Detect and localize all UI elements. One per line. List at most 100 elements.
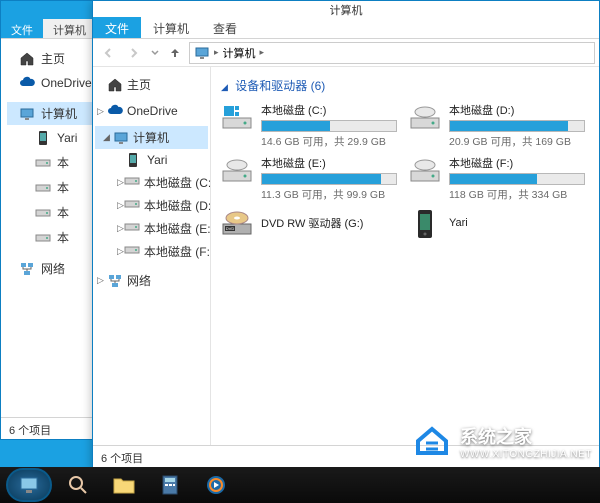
content-pane: ◢ 设备和驱动器 (6) 本地磁盘 (C:) 14.6 GB 可用，共 29.9… <box>211 67 599 445</box>
svg-text:DVD: DVD <box>226 226 235 231</box>
nav-label: 本 <box>57 204 69 221</box>
drives-grid: 本地磁盘 (C:) 14.6 GB 可用，共 29.9 GB 本地磁盘 (D:)… <box>221 102 589 240</box>
ribbon-tab-view[interactable]: 查看 <box>201 17 249 38</box>
home-icon <box>19 51 35 67</box>
drive-d[interactable]: 本地磁盘 (D:) 20.9 GB 可用，共 169 GB <box>409 102 585 149</box>
phone-icon <box>35 130 51 146</box>
nav-disk-f[interactable]: ▷ 本地磁盘 (F:) <box>95 240 208 263</box>
taskbar-app-media[interactable] <box>196 470 236 500</box>
drive-f[interactable]: 本地磁盘 (F:) 118 GB 可用，共 334 GB <box>409 155 585 202</box>
phone-icon <box>127 152 143 168</box>
nav-label: 主页 <box>127 76 151 93</box>
taskbar-app-explorer[interactable] <box>104 470 144 500</box>
taskbar <box>0 467 600 503</box>
nav-label: 本地磁盘 (D:) <box>144 197 211 214</box>
nav-disk-d[interactable]: ▷ 本地磁盘 (D:) <box>95 194 208 217</box>
drive-icon <box>124 221 140 237</box>
usage-bar <box>261 120 397 132</box>
chevron-right-icon[interactable]: ▷ <box>97 275 107 286</box>
section-title: 设备和驱动器 (6) <box>235 79 325 93</box>
nav-label: 本 <box>57 154 69 171</box>
drive-icon <box>409 155 441 187</box>
drive-name: Yari <box>449 217 468 229</box>
nav-label: 本 <box>57 179 69 196</box>
nav-disk-e[interactable]: ▷ 本地磁盘 (E:) <box>95 217 208 240</box>
chevron-right-icon[interactable]: ▷ <box>117 200 124 211</box>
drive-icon <box>124 198 140 214</box>
window-title: 计算机 <box>93 1 599 17</box>
chevron-right-icon[interactable]: ▷ <box>97 106 107 117</box>
nav-label: 本地磁盘 (F:) <box>144 243 211 260</box>
ribbon: 文件 计算机 查看 <box>93 17 599 39</box>
network-icon <box>107 273 123 289</box>
statusbar: 6 个项目 <box>93 445 599 467</box>
drive-icon <box>124 175 140 191</box>
nav-home[interactable]: 主页 <box>95 73 208 96</box>
chevron-down-icon[interactable]: ◢ <box>103 132 113 143</box>
phone-icon <box>409 208 441 240</box>
drive-stats: 14.6 GB 可用，共 29.9 GB <box>261 134 397 149</box>
network-icon <box>19 261 35 277</box>
drive-phone[interactable]: Yari <box>409 208 585 240</box>
nav-label: Yari <box>147 153 167 167</box>
status-text: 6 个项目 <box>9 425 51 437</box>
nav-disk-c[interactable]: ▷ 本地磁盘 (C:) <box>95 171 208 194</box>
nav-label: 主页 <box>41 50 65 67</box>
nav-label: 网络 <box>41 260 65 277</box>
nav-label: Yari <box>57 131 77 145</box>
drive-name: 本地磁盘 (D:) <box>449 102 585 118</box>
drive-name: 本地磁盘 (E:) <box>261 155 397 171</box>
chevron-right-icon[interactable]: ▷ <box>117 246 124 257</box>
drive-stats: 118 GB 可用，共 334 GB <box>449 187 585 202</box>
chevron-down-icon: ◢ <box>221 82 228 92</box>
nav-label: OneDrive <box>41 76 92 90</box>
address-field[interactable]: ▸ 计算机 ▸ <box>189 42 595 64</box>
nav-up-button[interactable] <box>165 43 185 63</box>
drive-icon <box>35 180 51 196</box>
chevron-right-icon[interactable]: ▷ <box>117 223 124 234</box>
ribbon-tab-file[interactable]: 文件 <box>1 19 43 38</box>
usage-bar <box>449 173 585 185</box>
drive-name: 本地磁盘 (F:) <box>449 155 585 171</box>
nav-onedrive[interactable]: ▷ OneDrive <box>95 100 208 122</box>
ribbon-tab-computer[interactable]: 计算机 <box>141 17 201 38</box>
nav-label: 本地磁盘 (E:) <box>144 220 211 237</box>
nav-network[interactable]: ▷ 网络 <box>95 269 208 292</box>
nav-label: 本地磁盘 (C:) <box>144 174 211 191</box>
taskbar-app-calculator[interactable] <box>150 470 190 500</box>
drive-e[interactable]: 本地磁盘 (E:) 11.3 GB 可用，共 99.9 GB <box>221 155 397 202</box>
drive-stats: 20.9 GB 可用，共 169 GB <box>449 134 585 149</box>
status-items: 6 个项目 <box>101 453 143 465</box>
usage-bar <box>449 120 585 132</box>
nav-history-button[interactable] <box>149 42 161 64</box>
computer-icon <box>19 106 35 122</box>
drive-icon <box>221 155 253 187</box>
chevron-right-icon[interactable]: ▷ <box>117 177 124 188</box>
nav-label: 计算机 <box>41 105 77 122</box>
drive-stats: 11.3 GB 可用，共 99.9 GB <box>261 187 397 202</box>
drive-icon <box>35 205 51 221</box>
explorer-window-front: 计算机 文件 计算机 查看 ▸ 计算机 ▸ <box>92 0 600 468</box>
computer-icon <box>194 46 210 60</box>
drive-dvd[interactable]: DVD DVD RW 驱动器 (G:) <box>221 208 397 240</box>
drive-name: DVD RW 驱动器 (G:) <box>261 215 363 231</box>
cloud-icon <box>107 103 123 119</box>
ribbon-tab-file[interactable]: 文件 <box>93 17 141 38</box>
drive-icon <box>35 230 51 246</box>
section-devices-drives[interactable]: ◢ 设备和驱动器 (6) <box>221 75 589 102</box>
taskbar-app-magnifier[interactable] <box>58 470 98 500</box>
drive-icon <box>221 102 253 134</box>
nav-computer[interactable]: ◢ 计算机 <box>95 126 208 149</box>
nav-yari[interactable]: Yari <box>95 149 208 171</box>
home-icon <box>107 77 123 93</box>
nav-tree: 主页 ▷ OneDrive ◢ 计算机 Yari ▷ 本地 <box>93 67 211 445</box>
drive-c[interactable]: 本地磁盘 (C:) 14.6 GB 可用，共 29.9 GB <box>221 102 397 149</box>
start-button[interactable] <box>6 468 52 502</box>
ribbon-tab-computer[interactable]: 计算机 <box>43 19 96 38</box>
cloud-icon <box>19 75 35 91</box>
nav-back-button[interactable] <box>97 42 119 64</box>
drive-icon <box>124 244 140 260</box>
nav-forward-button[interactable] <box>123 42 145 64</box>
dvd-drive-icon: DVD <box>221 208 253 240</box>
computer-icon <box>113 130 129 146</box>
